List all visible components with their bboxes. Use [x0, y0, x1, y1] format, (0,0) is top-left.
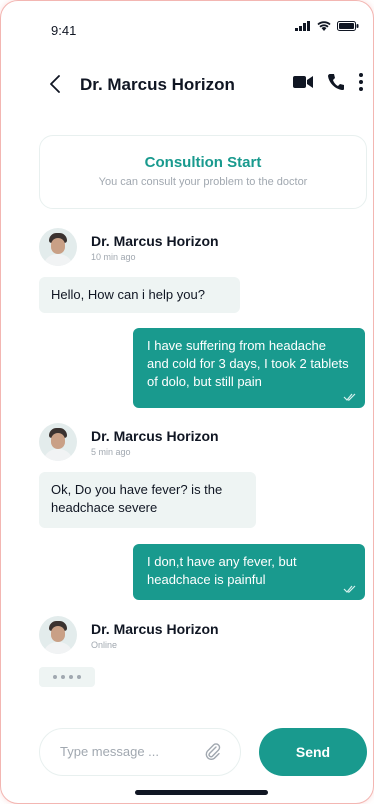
- doctor-header-3: Dr. Marcus Horizon Online: [39, 616, 219, 654]
- doctor-header-2: Dr. Marcus Horizon 5 min ago: [39, 423, 219, 461]
- message-input[interactable]: [58, 743, 202, 760]
- consultation-title: Consultion Start: [144, 154, 262, 171]
- message-time: 10 min ago: [91, 251, 136, 262]
- outgoing-message-text: I have suffering from headache and cold …: [147, 338, 349, 389]
- send-button[interactable]: Send: [259, 728, 367, 776]
- outgoing-message: I have suffering from headache and cold …: [133, 328, 365, 408]
- sender-name: Dr. Marcus Horizon: [91, 232, 219, 249]
- paperclip-icon[interactable]: [204, 743, 222, 761]
- avatar: [39, 228, 77, 266]
- wifi-icon: [317, 21, 331, 31]
- phone-frame: 9:41 Dr. Marcus Horizon Consultion Start…: [0, 0, 374, 804]
- incoming-message: Ok, Do you have fever? is the headchace …: [39, 472, 256, 528]
- avatar: [39, 423, 77, 461]
- sender-name: Dr. Marcus Horizon: [91, 620, 219, 637]
- video-call-icon[interactable]: [293, 75, 313, 89]
- online-status: Online: [91, 639, 118, 650]
- outgoing-message-text: I don,t have any fever, but headchace is…: [147, 554, 297, 587]
- phone-icon[interactable]: [327, 73, 345, 91]
- incoming-message: Hello, How can i help you?: [39, 277, 240, 313]
- message-time: 5 min ago: [91, 446, 131, 457]
- signal-icon: [295, 21, 310, 31]
- consultation-subtitle: You can consult your problem to the doct…: [98, 176, 308, 188]
- back-button[interactable]: [45, 72, 65, 96]
- doctor-header-1: Dr. Marcus Horizon 10 min ago: [39, 228, 219, 266]
- home-indicator: [135, 790, 268, 795]
- back-icon: [50, 75, 60, 93]
- typing-indicator: [39, 667, 95, 687]
- more-icon[interactable]: [359, 73, 363, 91]
- double-check-icon: [343, 393, 356, 401]
- outgoing-message: I don,t have any fever, but headchace is…: [133, 544, 365, 600]
- status-time: 9:41: [51, 23, 77, 38]
- sender-name: Dr. Marcus Horizon: [91, 427, 219, 444]
- avatar: [39, 616, 77, 654]
- message-composer[interactable]: [39, 728, 241, 776]
- header-actions: [293, 73, 363, 91]
- consultation-banner: Consultion Start You can consult your pr…: [39, 135, 367, 209]
- status-icons: [295, 21, 359, 31]
- chat-header: Dr. Marcus Horizon: [1, 69, 373, 101]
- double-check-icon: [343, 585, 356, 593]
- doctor-name-title: Dr. Marcus Horizon: [80, 75, 235, 94]
- battery-icon: [337, 21, 359, 31]
